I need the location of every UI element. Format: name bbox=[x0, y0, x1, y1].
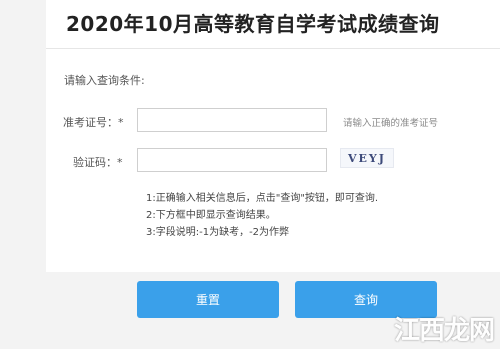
exam-id-label: 准考证号：* bbox=[63, 116, 124, 129]
watermark-text: 江西龙网 bbox=[393, 316, 495, 346]
title-divider bbox=[46, 48, 500, 49]
captcha-label: 验证码：* bbox=[73, 156, 123, 169]
page: 2020年10月高等教育自学考试成绩查询 请输入查询条件: 准考证号：* 请输入… bbox=[0, 0, 500, 349]
page-title: 2020年10月高等教育自学考试成绩查询 bbox=[66, 12, 440, 36]
instruction-1: 1:正确输入相关信息后，点击"查询"按钮，即可查询. bbox=[146, 193, 379, 204]
exam-id-input[interactable] bbox=[137, 108, 327, 132]
reset-button[interactable]: 重置 bbox=[137, 281, 279, 318]
instruction-2: 2:下方框中即显示查询结果。 bbox=[146, 210, 276, 221]
captcha-image[interactable]: VEYJ bbox=[340, 148, 394, 168]
exam-id-hint: 请输入正确的准考证号 bbox=[343, 118, 439, 129]
instruction-3: 3:字段说明:-1为缺考，-2为作弊 bbox=[146, 227, 290, 238]
instructions: 1:正确输入相关信息后，点击"查询"按钮，即可查询. 2:下方框中即显示查询结果… bbox=[146, 190, 378, 241]
site-watermark: 江西龙网 bbox=[393, 310, 495, 347]
query-prompt: 请输入查询条件: bbox=[64, 74, 145, 87]
captcha-input[interactable] bbox=[137, 148, 327, 172]
